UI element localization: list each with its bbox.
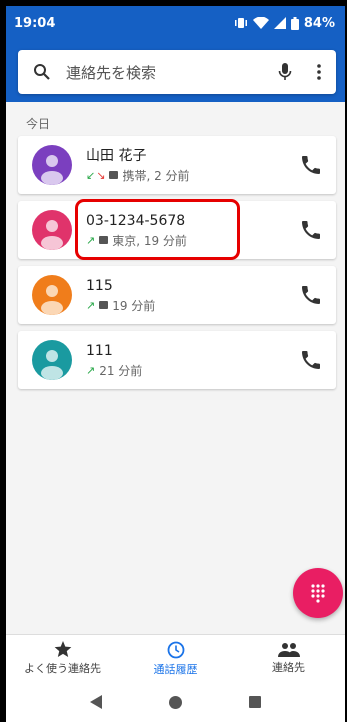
call-info: 山田 花子 ↙ ↘ 携帯, 2 分前: [86, 147, 286, 184]
call-detail-row: ↗ 東京, 19 分前: [86, 232, 286, 249]
status-bar: 19:04 84%: [6, 6, 345, 40]
call-detail-text: 19 分前: [112, 298, 156, 313]
search-input[interactable]: 連絡先を検索: [66, 62, 268, 83]
outgoing-call-icon: ↗: [86, 298, 96, 312]
call-back-button[interactable]: [286, 331, 336, 389]
tab-favorites-label: よく使う連絡先: [24, 662, 101, 675]
call-log-item[interactable]: 03-1234-5678 ↗ 東京, 19 分前: [18, 199, 336, 260]
caller-name: 111: [86, 342, 113, 359]
call-detail-row: ↗ 19 分前: [86, 297, 286, 314]
star-icon: [54, 641, 71, 658]
battery-icon: [290, 16, 299, 30]
people-icon: [277, 643, 300, 657]
dialpad-icon: [311, 584, 325, 603]
call-detail-text: 携帯, 2 分前: [122, 168, 190, 183]
sim-icon: [109, 171, 119, 179]
outgoing-call-icon: ↗: [86, 363, 96, 377]
avatar: [32, 275, 72, 315]
dialpad-fab[interactable]: [293, 568, 343, 618]
call-detail-text: 21 分前: [99, 363, 143, 378]
avatar: [32, 145, 72, 185]
caller-name: 115: [86, 277, 113, 294]
tab-contacts[interactable]: 連絡先: [232, 635, 345, 682]
call-back-button[interactable]: [286, 136, 336, 194]
sim-icon: [99, 301, 109, 309]
call-back-button[interactable]: [286, 201, 336, 259]
outgoing-call-icon: ↗: [86, 233, 96, 247]
status-icons: 84%: [234, 16, 335, 31]
bottom-navigation: よく使う連絡先 通話履歴 連絡先: [6, 634, 345, 682]
call-log-item[interactable]: 111 ↗ 21 分前: [18, 331, 336, 389]
phone-icon: [302, 351, 320, 369]
call-back-button[interactable]: [286, 266, 336, 324]
home-icon[interactable]: [168, 695, 182, 709]
wifi-icon: [252, 17, 269, 29]
person-icon: [41, 350, 63, 380]
call-detail-row: ↗ 21 分前: [86, 362, 286, 379]
call-detail-row: ↙ ↘ 携帯, 2 分前: [86, 167, 286, 184]
avatar: [32, 340, 72, 380]
signal-icon: [273, 17, 286, 29]
recent-apps-icon[interactable]: [249, 696, 262, 708]
call-info: 03-1234-5678 ↗ 東京, 19 分前: [86, 212, 286, 249]
phone-icon: [302, 286, 320, 304]
back-icon[interactable]: [89, 695, 102, 709]
missed-call-icon: ↙: [86, 168, 96, 182]
phone-screen: 19:04 84% 連絡先を検索 今日 山田 花子 ↙ ↘ 携帯, 2 分前 0…: [6, 6, 345, 722]
system-navigation-bar: [6, 682, 345, 722]
tab-recents[interactable]: 通話履歴: [119, 635, 232, 682]
status-time: 19:04: [14, 15, 56, 31]
person-icon: [41, 220, 63, 250]
tab-favorites[interactable]: よく使う連絡先: [6, 635, 119, 682]
phone-icon: [302, 221, 320, 239]
call-log-item[interactable]: 山田 花子 ↙ ↘ 携帯, 2 分前: [18, 136, 336, 194]
caller-name: 03-1234-5678: [86, 212, 186, 229]
call-detail-text: 東京, 19 分前: [112, 233, 187, 248]
search-icon[interactable]: [18, 63, 66, 81]
call-info: 115 ↗ 19 分前: [86, 277, 286, 314]
missed-call-icon: ↘: [96, 168, 106, 182]
call-log-item[interactable]: 115 ↗ 19 分前: [18, 266, 336, 324]
person-icon: [41, 285, 63, 315]
clock-icon: [167, 641, 184, 658]
sim-icon: [99, 236, 109, 244]
tab-recents-label: 通話履歴: [153, 662, 198, 676]
avatar: [32, 210, 72, 250]
battery-percent: 84%: [303, 15, 335, 31]
vibrate-icon: [234, 18, 247, 28]
caller-name: 山田 花子: [86, 147, 147, 164]
section-today-label: 今日: [26, 117, 51, 131]
tab-contacts-label: 連絡先: [272, 661, 305, 674]
phone-icon: [302, 156, 320, 174]
more-options-icon[interactable]: [302, 64, 336, 80]
call-log-list: 山田 花子 ↙ ↘ 携帯, 2 分前 03-1234-5678 ↗ 東京, 19…: [18, 136, 336, 396]
search-bar[interactable]: 連絡先を検索: [18, 50, 336, 94]
call-info: 111 ↗ 21 分前: [86, 342, 286, 379]
mic-icon[interactable]: [268, 62, 302, 82]
person-icon: [41, 155, 63, 185]
